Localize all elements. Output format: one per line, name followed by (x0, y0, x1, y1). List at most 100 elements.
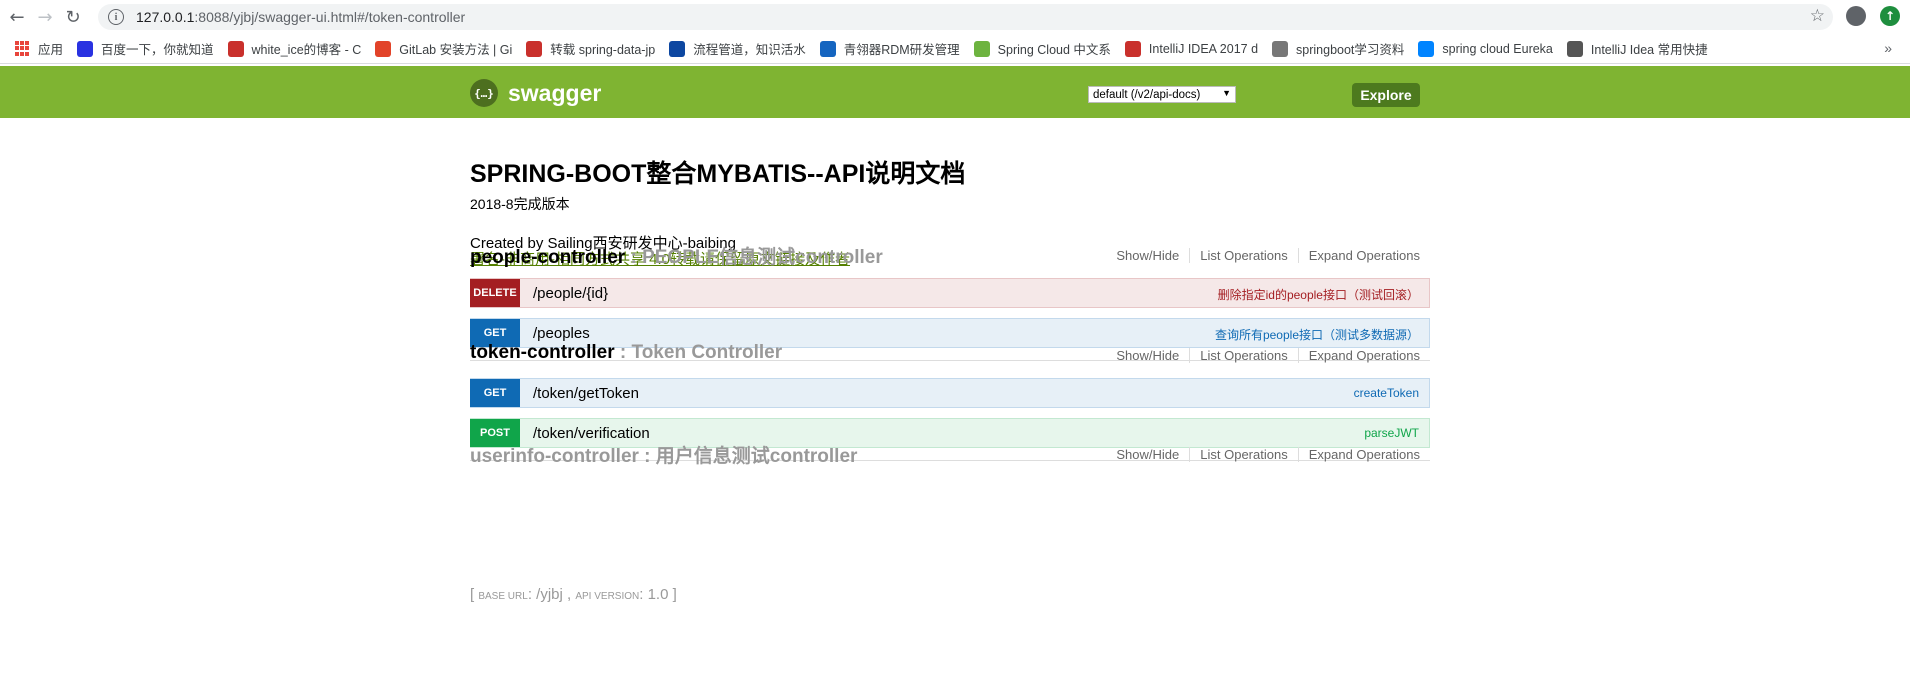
account-icon[interactable] (1846, 6, 1866, 26)
base-url-value: : /yjbj , (527, 586, 576, 603)
bookmarks-bar: 应用 百度一下，你就知道 white_ice的博客 - C GitLab 安装方法 |… (0, 34, 1910, 64)
bookmark-item[interactable]: IntelliJ IDEA 2017 d (1124, 40, 1259, 57)
resource-name-link[interactable]: people-controller : PEOPLE信息测试controller (470, 242, 883, 269)
resource-description: : Token Controller (614, 342, 783, 363)
bookmark-label: Spring Cloud 中文系 (997, 43, 1111, 57)
bookmark-favicon-icon (669, 40, 686, 57)
bookmark-item[interactable]: 流程管道，知识活水 (669, 39, 806, 58)
bookmark-favicon-icon (819, 40, 836, 57)
resource-actions: Show/Hide List Operations Expand Operation… (1116, 248, 1420, 263)
bookmark-label: 转载 spring-data-jp (550, 43, 656, 57)
url-path: :8088/yjbj/swagger-ui.html#/token-contro… (194, 9, 466, 25)
resource-description: : PEOPLE信息测试controller (625, 247, 883, 268)
operation-path[interactable]: /people/{id} (533, 285, 608, 302)
resource-heading: userinfo-controller : 用户信息测试controller Sh… (470, 437, 1430, 467)
resource-name-link[interactable]: token-controller : Token Controller (470, 342, 782, 364)
resource-heading: token-controller : Token Controller Show/… (470, 338, 1430, 368)
url-text[interactable]: 127.0.0.1:8088/yjbj/swagger-ui.html#/tok… (136, 9, 465, 25)
bookmark-favicon-icon (375, 40, 392, 57)
swagger-logo-text: swagger (508, 79, 602, 106)
bookmark-label: white_ice的博客 - C (251, 43, 362, 57)
api-version-description: 2018-8完成版本 (470, 196, 570, 212)
expand-operations-link[interactable]: Expand Operations (1299, 447, 1420, 462)
list-operations-link[interactable]: List Operations (1190, 248, 1299, 263)
explore-button[interactable]: Explore (1352, 83, 1420, 107)
http-method-badge[interactable]: GET (470, 379, 520, 407)
resource-heading: people-controller : PEOPLE信息测试controller… (470, 238, 1430, 268)
bookmark-label: spring cloud Eureka (1442, 41, 1553, 56)
resource-token-controller: token-controller : Token Controller Show/… (470, 338, 1430, 448)
resource-name: people-controller (470, 247, 626, 268)
bookmark-favicon-icon (77, 40, 94, 57)
address-bar[interactable]: i 127.0.0.1:8088/yjbj/swagger-ui.html#/t… (98, 4, 1833, 30)
bookmark-item[interactable]: white_ice的博客 - C (227, 39, 362, 58)
list-operations-link[interactable]: List Operations (1190, 348, 1299, 363)
resource-name-link[interactable]: userinfo-controller : 用户信息测试controller (470, 441, 857, 468)
bookmark-item[interactable]: 转载 spring-data-jp (526, 39, 655, 58)
bookmark-item[interactable]: 百度一下，你就知道 (77, 39, 214, 58)
list-operations-link[interactable]: List Operations (1190, 447, 1299, 462)
resource-actions: Show/Hide List Operations Expand Operation… (1116, 447, 1420, 462)
resource-name: token-controller (470, 342, 615, 363)
swagger-logo-icon: {…} (470, 79, 498, 107)
url-host: 127.0.0.1 (136, 9, 195, 25)
bookmark-item[interactable]: GitLab 安装方法 | Gi (375, 39, 512, 58)
api-footer-info: [ Base url: /yjbj , api version: 1.0 ] (470, 586, 677, 603)
site-info-icon[interactable]: i (108, 9, 124, 25)
forward-arrow-icon[interactable]: → (34, 6, 56, 28)
apps-grid-icon (14, 40, 30, 57)
bookmark-item[interactable]: 应用 (14, 39, 63, 58)
reload-icon[interactable]: ↻ (62, 6, 84, 28)
bookmark-label: 百度一下，你就知道 (101, 43, 214, 57)
operation-row[interactable]: DELETE/people/{id} 删除指定id的people接口（测试回滚） (470, 278, 1430, 308)
bookmark-favicon-icon (1124, 40, 1141, 57)
api-version-label: api version (575, 591, 640, 602)
http-method-badge[interactable]: DELETE (470, 279, 520, 307)
bookmark-favicon-icon (1418, 40, 1435, 57)
expand-operations-link[interactable]: Expand Operations (1299, 248, 1420, 263)
operation-row[interactable]: GET/token/getToken createToken (470, 378, 1430, 408)
bookmark-label: 青翎器RDM研发管理 (843, 43, 960, 57)
expand-operations-link[interactable]: Expand Operations (1299, 348, 1420, 363)
bookmark-label: GitLab 安装方法 | Gi (399, 43, 513, 57)
operation-summary[interactable]: 删除指定id的people接口（测试回滚） (1218, 286, 1419, 303)
resource-userinfo-controller: userinfo-controller : 用户信息测试controller Sh… (470, 437, 1430, 467)
bookmark-item[interactable]: Spring Cloud 中文系 (973, 39, 1111, 58)
show-hide-link[interactable]: Show/Hide (1116, 348, 1191, 363)
bookmark-label: IntelliJ IDEA 2017 d (1148, 41, 1259, 56)
bookmark-item[interactable]: IntelliJ Idea 常用快捷 (1566, 39, 1708, 58)
more-bookmarks-icon[interactable]: » (1884, 40, 1892, 56)
show-hide-link[interactable]: Show/Hide (1116, 447, 1191, 462)
browser-toolbar: ← → ↻ i 127.0.0.1:8088/yjbj/swagger-ui.h… (0, 0, 1910, 34)
bookmark-favicon-icon (1272, 40, 1289, 57)
resource-actions: Show/Hide List Operations Expand Operation… (1116, 348, 1420, 363)
bookmark-label: 流程管道，知识活水 (693, 43, 806, 57)
resource-people-controller: people-controller : PEOPLE信息测试controller… (470, 238, 1430, 348)
resource-description: : 用户信息测试controller (638, 446, 858, 467)
api-version-value: : 1.0 ] (639, 586, 677, 603)
update-icon[interactable]: ↑ (1880, 6, 1900, 26)
bookmark-favicon-icon (526, 40, 543, 57)
bookmark-label: IntelliJ Idea 常用快捷 (1590, 43, 1708, 57)
dropdown-arrow-icon: ▼ (1222, 88, 1231, 98)
bookmark-item[interactable]: springboot学习资料 (1272, 39, 1404, 58)
bookmark-item[interactable]: 青翎器RDM研发管理 (819, 39, 960, 58)
back-arrow-icon[interactable]: ← (6, 6, 28, 28)
resource-name: userinfo-controller (470, 446, 639, 467)
api-spec-selected-value: default (/v2/api-docs) (1093, 88, 1201, 101)
bookmark-favicon-icon (973, 40, 990, 57)
bookmark-label: springboot学习资料 (1296, 43, 1405, 57)
operation-path[interactable]: /token/getToken (533, 385, 639, 402)
bookmark-label: 应用 (38, 43, 64, 57)
api-title: SPRING-BOOT整合MYBATIS--API说明文档 (470, 160, 966, 188)
show-hide-link[interactable]: Show/Hide (1116, 248, 1191, 263)
bookmark-item[interactable]: spring cloud Eureka (1418, 40, 1553, 57)
api-spec-select[interactable]: default (/v2/api-docs) ▼ (1088, 86, 1236, 103)
bookmark-favicon-icon (1566, 40, 1583, 57)
operation-summary[interactable]: createToken (1354, 386, 1419, 400)
swagger-logo[interactable]: {…} swagger (470, 79, 601, 107)
bookmark-star-icon[interactable]: ☆ (1810, 6, 1825, 26)
swagger-header: {…} swagger default (/v2/api-docs) ▼ Exp… (0, 66, 1910, 118)
bookmark-favicon-icon (227, 40, 244, 57)
base-url-label: Base url (478, 591, 528, 602)
